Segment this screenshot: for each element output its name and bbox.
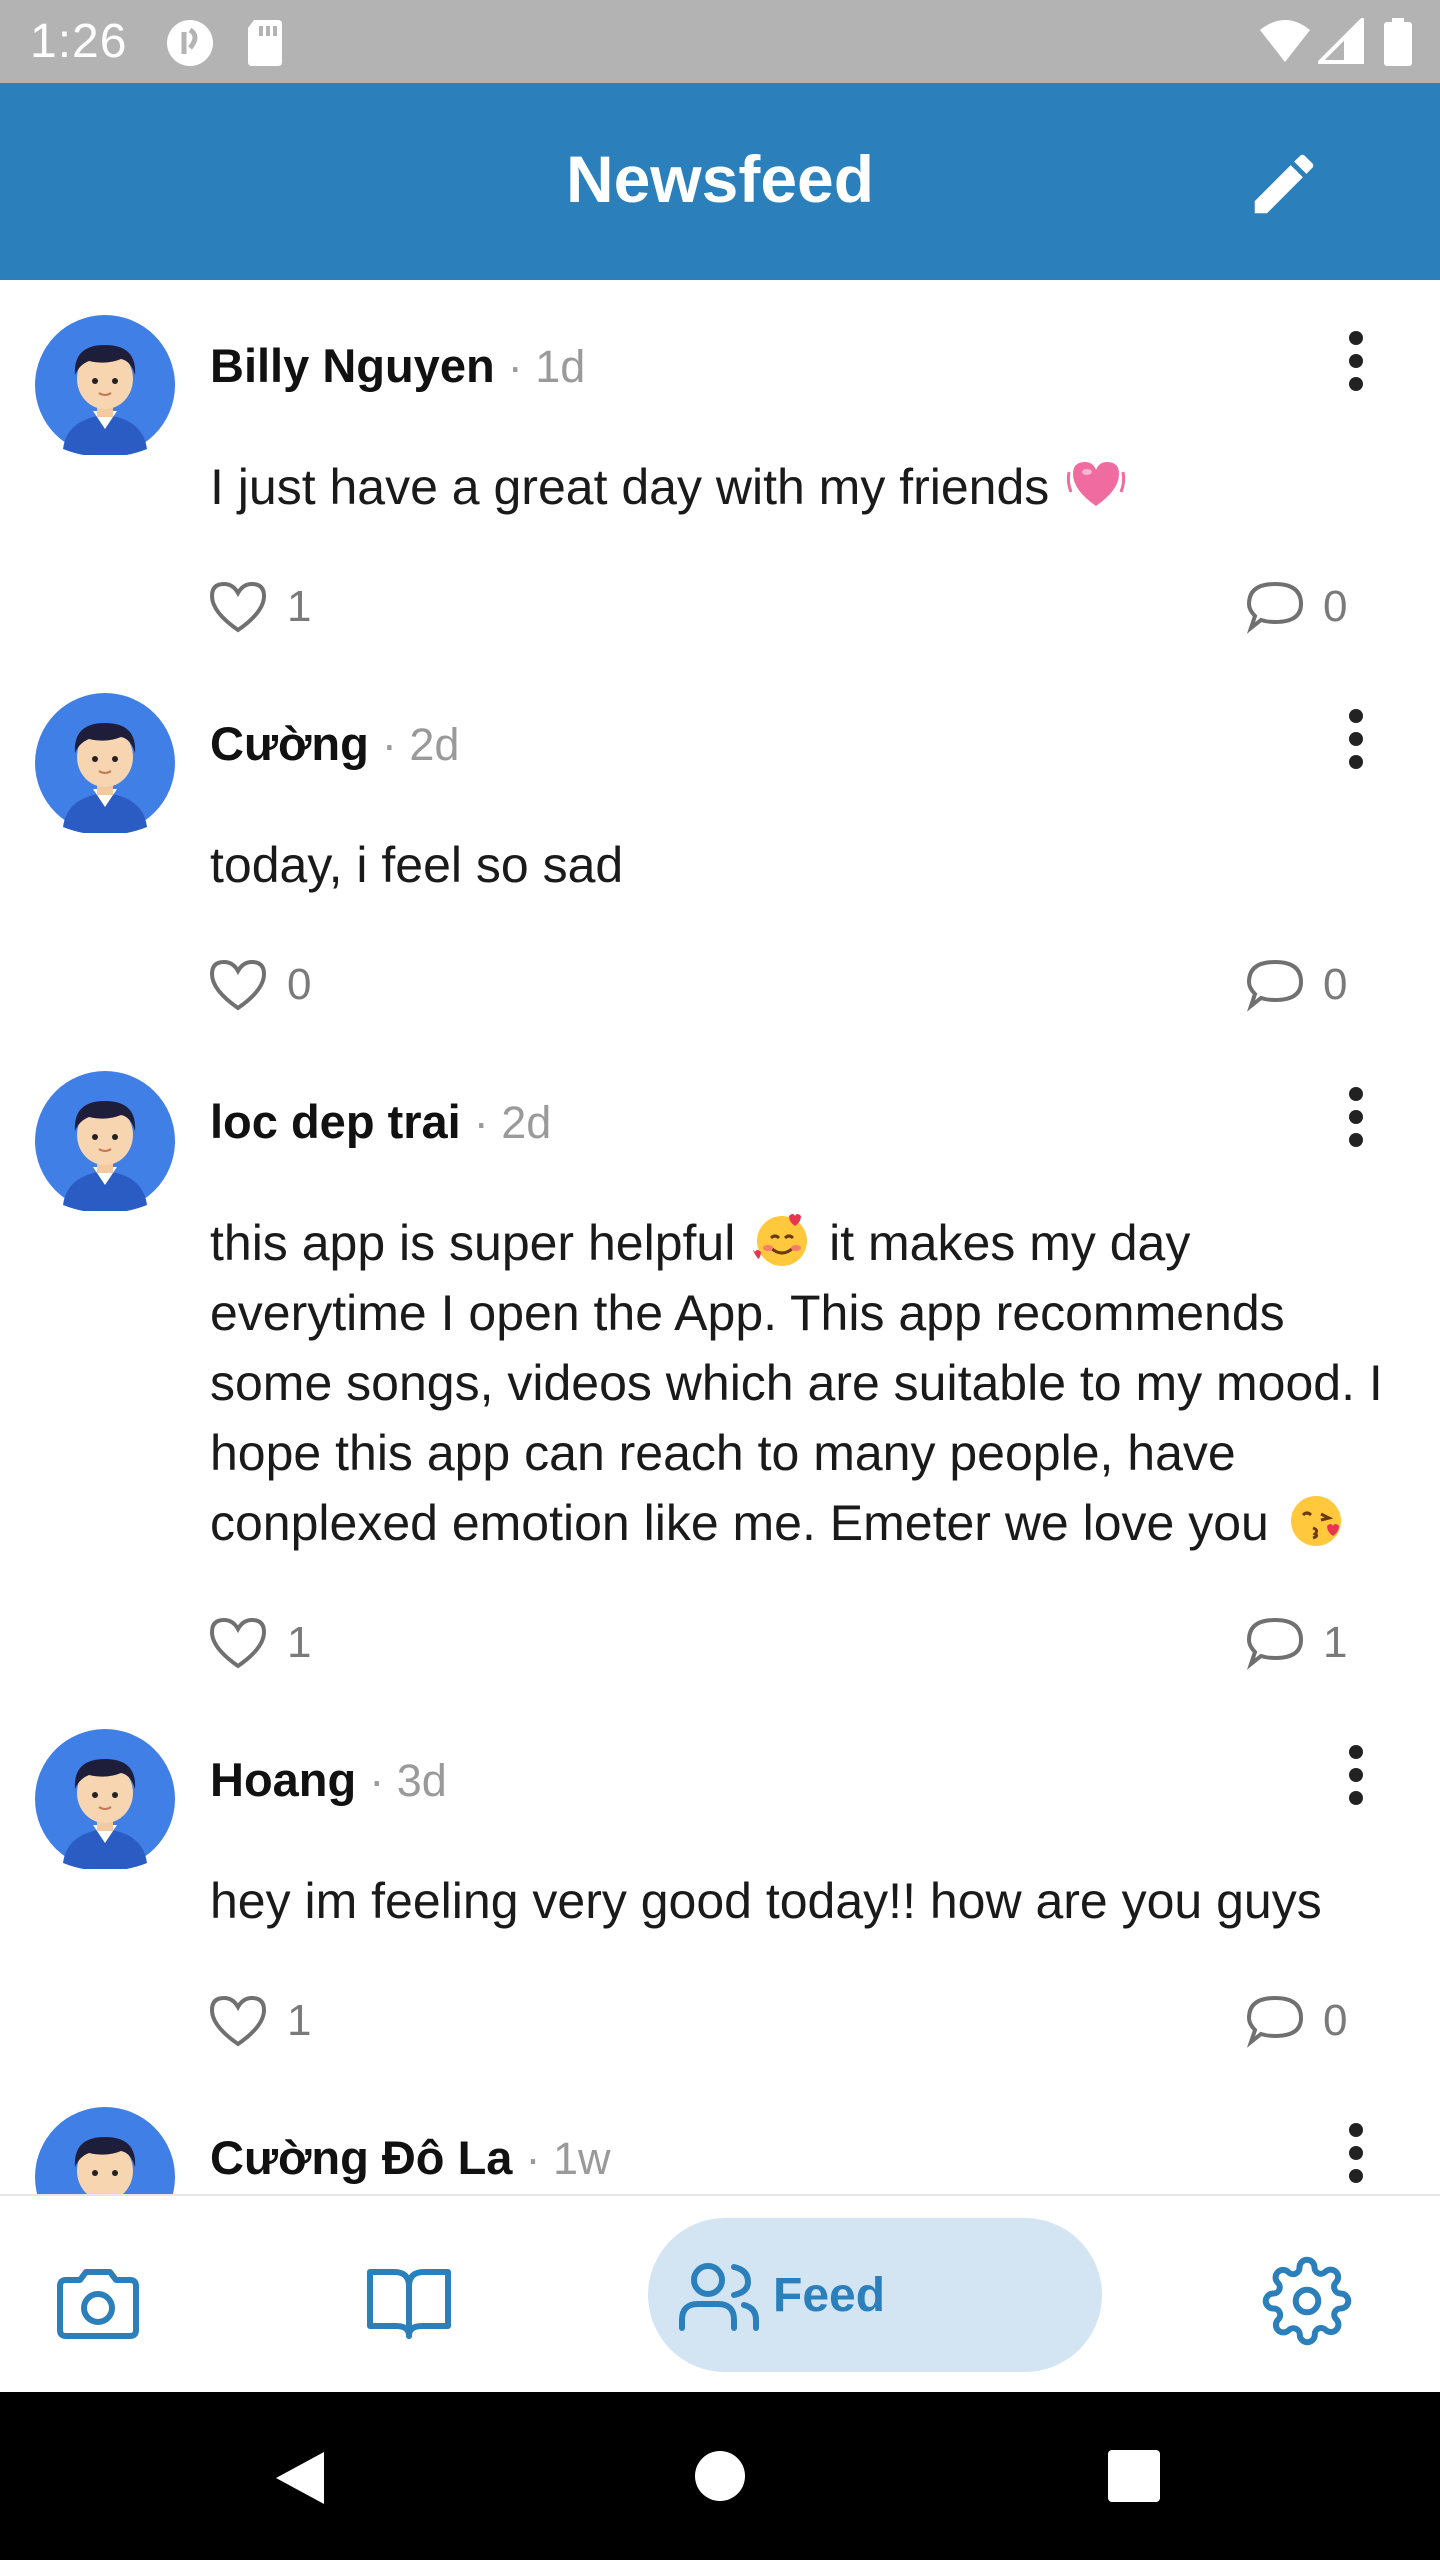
- post-author[interactable]: Cường Đô La · 1w: [210, 2130, 611, 2185]
- post-author[interactable]: Cường · 2d: [210, 716, 459, 771]
- avatar[interactable]: [35, 693, 175, 833]
- app-bar: Newsfeed: [0, 83, 1440, 280]
- back-icon[interactable]: [272, 2448, 328, 2508]
- comment-icon[interactable]: [1245, 578, 1305, 634]
- newsfeed-list[interactable]: Billy Nguyen · 1d I just have a great da…: [0, 280, 1440, 2194]
- post-text: I just have a great day with my friends: [210, 452, 1440, 522]
- signal-icon: [1318, 18, 1364, 64]
- more-options-icon[interactable]: [1335, 328, 1377, 394]
- post-time: · 3d: [369, 1755, 447, 1806]
- post-text: this app is super helpful it makes my da…: [210, 1208, 1440, 1558]
- like-count: 0: [287, 960, 312, 1009]
- battery-icon: [1384, 18, 1412, 66]
- system-navigation-bar: [0, 2392, 1440, 2560]
- wifi-icon: [1260, 20, 1310, 62]
- comment-icon[interactable]: [1245, 1992, 1305, 2048]
- notification-icon: [167, 20, 213, 66]
- post-time: · 2d: [473, 1097, 552, 1148]
- avatar[interactable]: [35, 1071, 175, 1211]
- post-text: today, i feel so sad: [210, 837, 624, 893]
- post-time: · 2d: [381, 719, 460, 770]
- book-icon[interactable]: [366, 2264, 452, 2340]
- status-bar: 1:26: [0, 0, 1440, 83]
- avatar[interactable]: [35, 2107, 175, 2194]
- vibrating-heart-emoji: [1067, 462, 1126, 506]
- camera-icon[interactable]: [54, 2266, 142, 2342]
- heart-icon[interactable]: [208, 1992, 268, 2048]
- post-author[interactable]: loc dep trai · 2d: [210, 1094, 551, 1149]
- heart-icon[interactable]: [208, 956, 268, 1012]
- pencil-icon[interactable]: [1245, 145, 1323, 223]
- more-options-icon[interactable]: [1335, 706, 1377, 772]
- post-text: hey im feeling very good today!! how are…: [210, 1873, 1322, 1929]
- heart-icon[interactable]: [208, 1614, 268, 1670]
- like-count: 1: [287, 1996, 312, 2045]
- nav-item-feed[interactable]: Feed: [648, 2218, 1102, 2372]
- post-author[interactable]: Billy Nguyen · 1d: [210, 338, 585, 393]
- like-count: 1: [287, 1618, 312, 1667]
- heart-icon[interactable]: [208, 578, 268, 634]
- comment-icon[interactable]: [1245, 1614, 1305, 1670]
- status-time: 1:26: [30, 15, 128, 68]
- comment-count: 1: [1323, 1618, 1348, 1667]
- post-time: · 1w: [525, 2133, 611, 2184]
- post-author[interactable]: Hoang · 3d: [210, 1752, 447, 1807]
- nav-feed-label: Feed: [773, 2269, 886, 2322]
- more-options-icon[interactable]: [1335, 1084, 1377, 1150]
- more-options-icon[interactable]: [1335, 2120, 1377, 2186]
- sd-card-icon: [248, 20, 282, 66]
- page-title: Newsfeed: [565, 142, 875, 216]
- post-time: · 1d: [507, 341, 586, 392]
- gear-icon[interactable]: [1262, 2256, 1352, 2346]
- comment-icon[interactable]: [1245, 956, 1305, 1012]
- bottom-navigation: Feed: [0, 2194, 1440, 2394]
- comment-count: 0: [1323, 1996, 1348, 2045]
- avatar[interactable]: [35, 315, 175, 455]
- people-icon: [679, 2263, 759, 2331]
- comment-count: 0: [1323, 960, 1348, 1009]
- like-count: 1: [287, 582, 312, 631]
- more-options-icon[interactable]: [1335, 1742, 1377, 1808]
- avatar[interactable]: [35, 1729, 175, 1869]
- smiling-face-with-hearts-emoji: [751, 1214, 808, 1266]
- comment-count: 0: [1323, 582, 1348, 631]
- home-icon[interactable]: [694, 2450, 746, 2502]
- recents-icon[interactable]: [1108, 2450, 1160, 2502]
- kissing-face-emoji: [1290, 1496, 1341, 1546]
